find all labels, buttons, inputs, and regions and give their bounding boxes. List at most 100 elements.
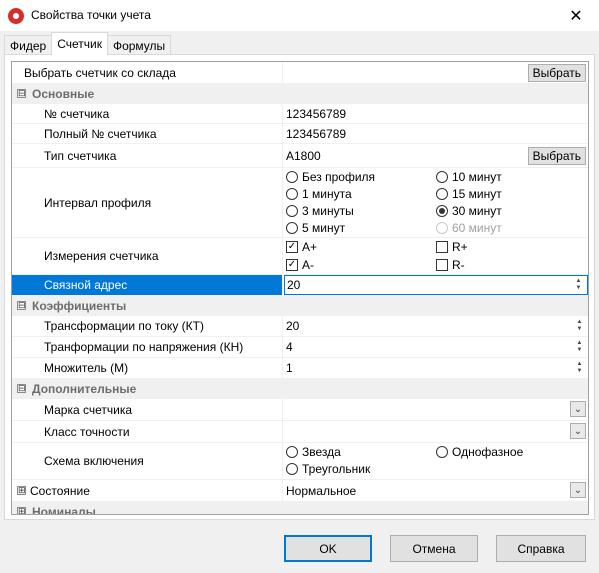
check-a-plus[interactable]: ✓ A+ [286, 240, 317, 254]
checkmark-icon: ✓ [286, 259, 298, 271]
radio-no-profile[interactable]: Без профиля [286, 170, 375, 184]
ct-value[interactable]: 20 [286, 319, 299, 333]
radio-15-min[interactable]: 15 минут [436, 187, 502, 201]
row-meter-type[interactable]: Тип счетчика A1800 Выбрать [12, 144, 588, 168]
row-ct[interactable]: Трансформации по току (КТ) 20 ▲ ▼ [12, 316, 588, 337]
collapse-icon[interactable]: ⊟ [17, 301, 26, 310]
check-r-plus[interactable]: R+ [436, 240, 468, 254]
meter-type-value[interactable]: A1800 [286, 149, 321, 163]
radio-label: Однофазное [452, 445, 524, 459]
check-label: A+ [302, 240, 318, 254]
full-meter-no-value[interactable]: 123456789 [284, 124, 588, 143]
radio-1-min[interactable]: 1 минута [286, 187, 352, 201]
row-profile-interval: Интервал профиля Без профиля 10 минут 1 … [12, 168, 588, 238]
tab-meter[interactable]: Счетчик [51, 32, 108, 55]
close-button[interactable]: ✕ [553, 0, 599, 31]
row-value: 1 ▲ ▼ [284, 358, 588, 378]
state-value[interactable]: Нормальное [286, 484, 356, 498]
radio-label: 60 минут [452, 221, 502, 235]
row-brand[interactable]: Марка счетчика ⌄ [12, 399, 588, 421]
check-a-minus[interactable]: ✓ A- [286, 258, 314, 272]
row-value: 4 ▲ ▼ [284, 337, 588, 357]
row-label: Измерения счетчика [12, 238, 283, 274]
radio-30-min[interactable]: 30 минут [436, 204, 502, 218]
category-label: Основные [32, 87, 95, 101]
row-label: ⊞ Состояние [12, 480, 283, 501]
row-label: Тип счетчика [12, 144, 283, 167]
checkbox-icon [436, 259, 448, 271]
row-full-meter-no[interactable]: Полный № счетчика 123456789 [12, 124, 588, 144]
radio-60-min: 60 минут [436, 221, 502, 235]
collapse-icon[interactable]: ⊟ [17, 89, 26, 98]
spin-icon[interactable]: ▲ ▼ [573, 339, 586, 355]
row-label: Класс точности [12, 421, 283, 442]
radio-label: Без профиля [302, 170, 376, 184]
category-coefficients[interactable]: ⊟ Коэффициенты [12, 296, 588, 316]
meter-no-value[interactable]: 123456789 [284, 104, 588, 123]
radio-5-min[interactable]: 5 минут [286, 221, 345, 235]
row-comm-address[interactable]: Связной адрес 20 ▲ ▼ [12, 275, 588, 296]
radio-label: 30 минут [452, 204, 502, 218]
row-accuracy[interactable]: Класс точности ⌄ [12, 421, 588, 443]
radio-selected-icon [436, 205, 448, 217]
spin-icon[interactable]: ▲ ▼ [573, 360, 586, 376]
multiplier-value[interactable]: 1 [286, 361, 293, 375]
comm-address-input[interactable]: 20 ▲ ▼ [284, 275, 588, 295]
spin-icon[interactable]: ▲ ▼ [572, 277, 585, 293]
radio-single-phase[interactable]: Однофазное [436, 445, 523, 459]
row-multiplier[interactable]: Множитель (М) 1 ▲ ▼ [12, 358, 588, 379]
category-additional[interactable]: ⊟ Дополнительные [12, 379, 588, 399]
expand-icon[interactable]: ⊞ [17, 486, 26, 495]
radio-icon [436, 171, 448, 183]
category-main[interactable]: ⊟ Основные [12, 84, 588, 104]
select-type-button[interactable]: Выбрать [527, 147, 586, 165]
category-nominals[interactable]: ⊞ Номиналы [12, 502, 588, 514]
row-select-meter: Выбрать счетчик со склада Выбрать [12, 62, 588, 84]
row-label: Выбрать счетчик со склада [12, 62, 283, 83]
chevron-down-icon[interactable]: ⌄ [570, 482, 586, 498]
comm-address-value: 20 [287, 278, 301, 292]
row-value: ⌄ [284, 421, 588, 442]
close-icon: ✕ [569, 7, 583, 25]
ok-button[interactable]: OK [284, 535, 372, 562]
row-value: A1800 Выбрать [284, 144, 588, 167]
window-title: Свойства точки учета [31, 8, 151, 22]
row-wiring: Схема включения Звезда Однофазное Треуго… [12, 443, 588, 480]
spin-icon[interactable]: ▲ ▼ [573, 318, 586, 334]
cancel-button[interactable]: Отмена [390, 535, 478, 562]
row-state[interactable]: ⊞ Состояние Нормальное ⌄ [12, 480, 588, 502]
radio-10-min[interactable]: 10 минут [436, 170, 502, 184]
radio-triangle[interactable]: Треугольник [286, 462, 370, 476]
row-label: Трансформации по току (КТ) [12, 316, 283, 336]
row-label: Марка счетчика [12, 399, 283, 420]
radio-3-min[interactable]: 3 минуты [286, 204, 354, 218]
checkmark-icon: ✓ [286, 241, 298, 253]
row-meter-no[interactable]: № счетчика 123456789 [12, 104, 588, 124]
measurements-group: ✓ A+ R+ ✓ A- R- [284, 238, 588, 274]
radio-label: Звезда [302, 445, 341, 459]
help-button[interactable]: Справка [496, 535, 586, 562]
row-value: 20 ▲ ▼ [284, 275, 588, 295]
check-r-minus[interactable]: R- [436, 258, 465, 272]
chevron-down-icon[interactable]: ⌄ [570, 401, 586, 417]
radio-icon [436, 222, 448, 234]
row-label: Транформации по напряжения (КН) [12, 337, 283, 357]
row-value: Выбрать [284, 62, 588, 83]
radio-label: 1 минута [302, 187, 352, 201]
radio-star[interactable]: Звезда [286, 445, 341, 459]
check-label: R+ [452, 240, 468, 254]
chevron-down-icon[interactable]: ⌄ [570, 423, 586, 439]
tab-feeder[interactable]: Фидер [4, 35, 53, 55]
radio-icon [286, 205, 298, 217]
row-vt[interactable]: Транформации по напряжения (КН) 4 ▲ ▼ [12, 337, 588, 358]
tab-strip: Фидер Счетчик Формулы [4, 32, 172, 55]
select-meter-button[interactable]: Выбрать [527, 64, 586, 82]
row-label: Интервал профиля [12, 168, 283, 237]
collapse-icon[interactable]: ⊟ [17, 384, 26, 393]
row-measurements: Измерения счетчика ✓ A+ R+ ✓ A- R- [12, 238, 588, 275]
radio-icon [436, 188, 448, 200]
checkbox-icon [436, 241, 448, 253]
tab-formulas[interactable]: Формулы [106, 35, 172, 55]
expand-icon[interactable]: ⊞ [17, 507, 26, 514]
vt-value[interactable]: 4 [286, 340, 293, 354]
